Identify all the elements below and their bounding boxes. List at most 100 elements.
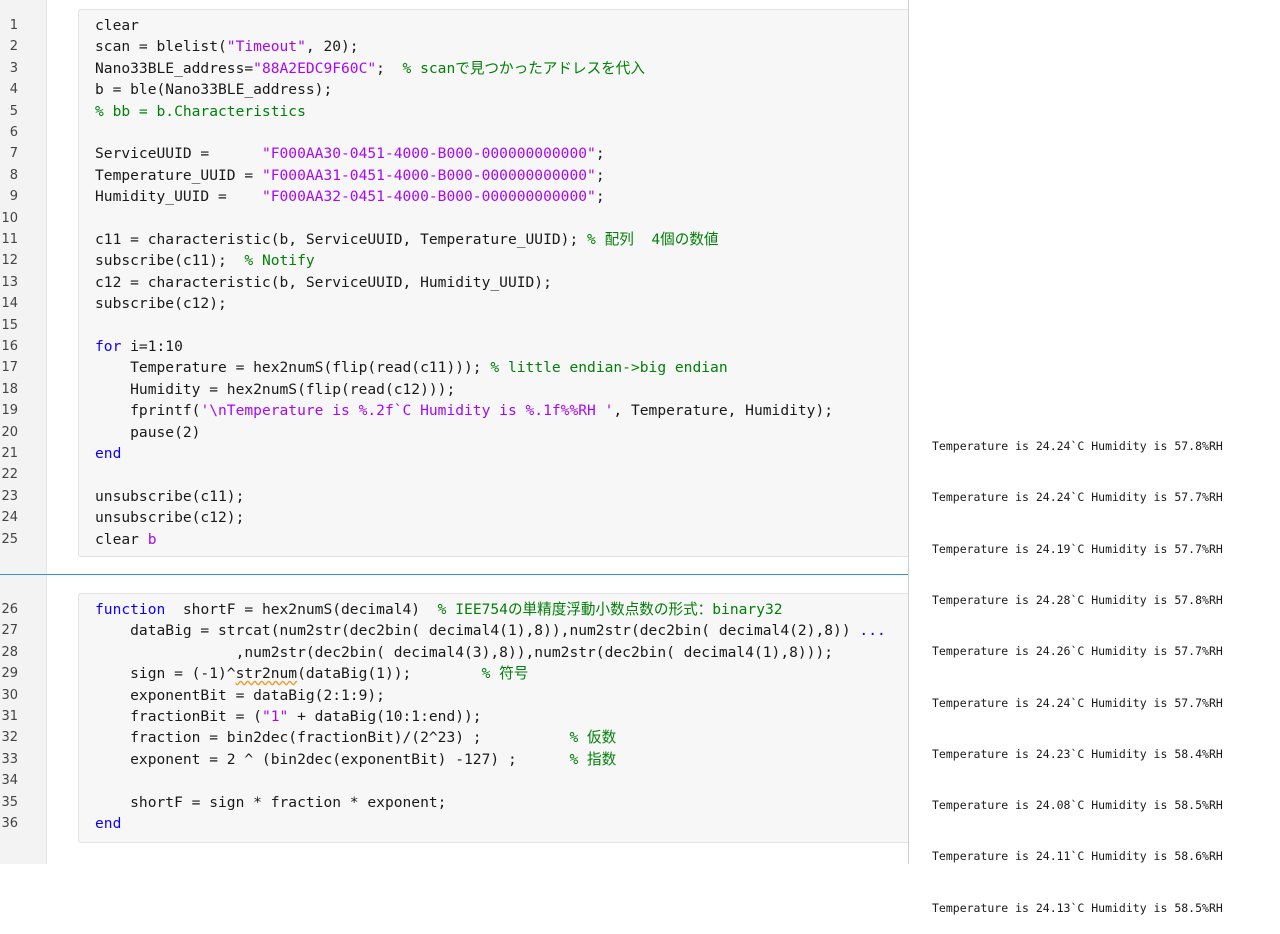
code-text[interactable]: Nano33BLE_address="88A2EDC9F60C"; % scan… <box>95 58 645 79</box>
code-line[interactable]: 28 ,num2str(dec2bin( decimal4(3),8)),num… <box>0 642 908 663</box>
line-number: 19 <box>1 403 18 419</box>
token-warn: str2num <box>235 665 298 683</box>
code-line[interactable]: 11 c11 = characteristic(b, ServiceUUID, T… <box>0 229 908 250</box>
code-text[interactable]: end <box>95 813 121 834</box>
code-line[interactable]: 22 <box>0 464 908 485</box>
code-line[interactable]: 1 clear <box>0 15 908 36</box>
code-text[interactable]: clear b <box>95 529 157 550</box>
code-line[interactable]: 29 sign = (-1)^str2num(dataBig(1)); % 符号 <box>0 663 908 684</box>
code-line[interactable]: 27 dataBig = strcat(num2str(dec2bin( dec… <box>0 620 908 641</box>
code-line[interactable]: 25 clear b <box>0 529 908 550</box>
output-line: Temperature is 24.24`C Humidity is 57.8%… <box>932 439 1223 454</box>
code-text[interactable]: Temperature_UUID = "F000AA31-0451-4000-B… <box>95 165 605 186</box>
token: ; <box>595 188 605 206</box>
code-text[interactable]: b = ble(Nano33BLE_address); <box>95 79 332 100</box>
code-line[interactable]: 10 <box>0 208 908 229</box>
line-number: 22 <box>1 467 18 483</box>
code-line[interactable]: 6 <box>0 122 908 143</box>
code-text[interactable]: unsubscribe(c11); <box>95 486 244 507</box>
output-line: Temperature is 24.26`C Humidity is 57.7%… <box>932 644 1223 659</box>
code-text[interactable]: c12 = characteristic(b, ServiceUUID, Hum… <box>95 272 552 293</box>
code-line[interactable]: 33 exponent = 2 ^ (bin2dec(exponentBit) … <box>0 749 908 770</box>
token-str: '\nTemperature is %.2f`C Humidity is %.1… <box>200 402 614 420</box>
code-line[interactable]: 16 for i=1:10 <box>0 336 908 357</box>
token: unsubscribe(c11); <box>95 487 245 505</box>
code-text[interactable]: sign = (-1)^str2num(dataBig(1)); % 符号 <box>95 663 528 684</box>
code-line[interactable]: 17 Temperature = hex2numS(flip(read(c11)… <box>0 357 908 378</box>
code-line[interactable]: 30 exponentBit = dataBig(2:1:9); <box>0 685 908 706</box>
code-text[interactable]: dataBig = strcat(num2str(dec2bin( decima… <box>95 620 886 641</box>
code-line[interactable]: 24 unsubscribe(c12); <box>0 507 908 528</box>
code-line[interactable]: 8 Temperature_UUID = "F000AA31-0451-4000-… <box>0 165 908 186</box>
code-line[interactable]: 14 subscribe(c12); <box>0 293 908 314</box>
token: shortF = sign * fraction * exponent; <box>95 793 447 811</box>
code-text[interactable]: function shortF = hex2numS(decimal4) % I… <box>95 599 783 620</box>
code-line[interactable]: 19 fprintf('\nTemperature is %.2f`C Humi… <box>0 400 908 421</box>
output-pane: Temperature is 24.24`C Humidity is 57.8%… <box>932 404 1223 934</box>
token-com: % 配列 4個の数値 <box>587 231 719 248</box>
token: subscribe(c12); <box>95 295 227 313</box>
code-line[interactable]: 13 c12 = characteristic(b, ServiceUUID, H… <box>0 272 908 293</box>
token: clear <box>95 17 139 34</box>
code-line[interactable]: 26 function shortF = hex2numS(decimal4) %… <box>0 599 908 620</box>
token: exponentBit = dataBig(2:1:9); <box>95 686 385 704</box>
code-line[interactable]: 35 shortF = sign * fraction * exponent; <box>0 792 908 813</box>
code-line[interactable]: 18 Humidity = hex2numS(flip(read(c12))); <box>0 379 908 400</box>
code-text[interactable]: fraction = bin2dec(fractionBit)/(2^23) ;… <box>95 727 616 748</box>
token-str: "F000AA32-0451-4000-B000-000000000000" <box>261 188 596 206</box>
token: shortF = hex2numS(decimal4) <box>165 601 438 618</box>
code-line[interactable]: 20 pause(2) <box>0 422 908 443</box>
code-text[interactable]: ServiceUUID = "F000AA30-0451-4000-B000-0… <box>95 143 605 164</box>
token-com: % 符号 <box>481 665 529 683</box>
line-number: 2 <box>9 39 18 55</box>
output-line: Temperature is 24.24`C Humidity is 57.7%… <box>932 695 1223 710</box>
code-text[interactable]: Humidity_UUID = "F000AA32-0451-4000-B000… <box>95 186 605 207</box>
code-text[interactable]: scan = blelist("Timeout", 20); <box>95 36 359 57</box>
code-line[interactable]: 5 % bb = b.Characteristics <box>0 101 908 122</box>
code-line[interactable]: 32 fraction = bin2dec(fractionBit)/(2^23… <box>0 727 908 748</box>
code-line[interactable]: 2 scan = blelist("Timeout", 20); <box>0 36 908 57</box>
line-number: 18 <box>1 381 18 397</box>
code-text[interactable]: pause(2) <box>95 422 200 443</box>
code-line[interactable]: 21 end <box>0 443 908 464</box>
line-number: 20 <box>1 424 18 440</box>
code-line[interactable]: 34 <box>0 770 908 791</box>
code-text[interactable]: Temperature = hex2numS(flip(read(c11)));… <box>95 357 727 378</box>
line-number: 25 <box>1 531 18 547</box>
line-number: 23 <box>1 488 18 504</box>
token: fractionBit = ( <box>95 708 262 725</box>
code-text[interactable]: fprintf('\nTemperature is %.2f`C Humidit… <box>95 400 833 421</box>
code-text[interactable]: clear <box>95 15 139 36</box>
code-text[interactable]: % bb = b.Characteristics <box>95 101 306 122</box>
code-text[interactable]: fractionBit = ("1" + dataBig(10:1:end)); <box>95 706 481 727</box>
code-text[interactable]: unsubscribe(c12); <box>95 507 244 528</box>
code-text[interactable]: exponent = 2 ^ (bin2dec(exponentBit) -12… <box>95 749 616 770</box>
code-text[interactable]: c11 = characteristic(b, ServiceUUID, Tem… <box>95 229 719 250</box>
line-number: 27 <box>1 623 18 639</box>
code-line[interactable]: 12 subscribe(c11); % Notify <box>0 250 908 271</box>
code-text[interactable]: exponentBit = dataBig(2:1:9); <box>95 685 385 706</box>
line-number: 12 <box>1 253 18 269</box>
code-text[interactable]: shortF = sign * fraction * exponent; <box>95 792 446 813</box>
code-line[interactable]: 3 Nano33BLE_address="88A2EDC9F60C"; % sca… <box>0 58 908 79</box>
token: subscribe(c11); <box>95 252 245 270</box>
token: ,num2str(dec2bin( decimal4(3),8)),num2st… <box>95 643 834 661</box>
code-line[interactable]: 36 end <box>0 813 908 834</box>
code-line[interactable]: 23 unsubscribe(c11); <box>0 486 908 507</box>
code-line[interactable]: 4 b = ble(Nano33BLE_address); <box>0 79 908 100</box>
output-line: Temperature is 24.11`C Humidity is 58.6%… <box>932 849 1223 864</box>
code-text[interactable]: end <box>95 443 121 464</box>
code-text[interactable]: ,num2str(dec2bin( decimal4(3),8)),num2st… <box>95 642 833 663</box>
code-line[interactable]: 15 <box>0 315 908 336</box>
code-text[interactable]: Humidity = hex2numS(flip(read(c12))); <box>95 379 455 400</box>
line-number: 7 <box>9 146 18 162</box>
code-text[interactable]: for i=1:10 <box>95 336 183 357</box>
code-line[interactable]: 9 Humidity_UUID = "F000AA32-0451-4000-B00… <box>0 186 908 207</box>
code-text[interactable]: subscribe(c12); <box>95 293 227 314</box>
code-line[interactable]: 7 ServiceUUID = "F000AA30-0451-4000-B000-… <box>0 143 908 164</box>
token: Temperature = hex2numS(flip(read(c11))); <box>95 359 491 377</box>
token-str: b <box>147 530 157 548</box>
token: Nano33BLE_address= <box>95 59 254 77</box>
code-text[interactable]: subscribe(c11); % Notify <box>95 250 315 271</box>
code-line[interactable]: 31 fractionBit = ("1" + dataBig(10:1:end… <box>0 706 908 727</box>
